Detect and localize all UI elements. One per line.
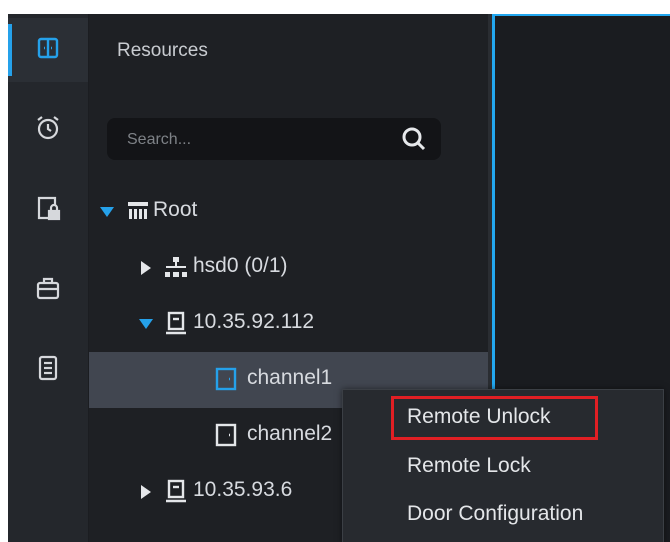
search-box xyxy=(107,118,441,162)
menu-item-remote-lock[interactable]: Remote Lock xyxy=(407,454,531,478)
nav-log[interactable] xyxy=(8,338,88,402)
expanded-arrow-icon[interactable] xyxy=(137,315,155,333)
icon-navigation-bar xyxy=(8,14,88,542)
access-controller-icon xyxy=(166,479,186,503)
organization-icon xyxy=(128,202,148,219)
search-input[interactable] xyxy=(125,118,389,162)
tree-node-label: channel1 xyxy=(247,366,333,389)
alarm-clock-icon xyxy=(34,114,62,146)
access-controller-icon xyxy=(166,311,186,335)
panel-title: Resources xyxy=(117,40,208,61)
nav-alarm[interactable] xyxy=(8,98,88,162)
tree-node-controller-1[interactable]: 10.35.92.112 xyxy=(89,296,488,352)
context-menu: Remote Unlock Remote Lock Door Configura… xyxy=(342,389,664,542)
log-list-icon xyxy=(34,354,62,386)
door-channel-icon xyxy=(215,423,237,447)
network-icon xyxy=(165,257,187,277)
tree-node-hsd0[interactable]: hsd0 (0/1) xyxy=(89,240,488,296)
tree-node-label: hsd0 (0/1) xyxy=(193,254,288,277)
nav-door-access[interactable] xyxy=(8,18,88,82)
locked-door-icon xyxy=(34,194,62,226)
tree-node-label: channel2 xyxy=(247,422,333,445)
left-white-strip xyxy=(0,0,8,542)
tree-node-label: 10.35.93.6 xyxy=(193,478,293,501)
toolbox-icon xyxy=(34,274,62,306)
app-window: Resources Root xyxy=(0,0,670,542)
tree-node-label: 10.35.92.112 xyxy=(193,310,315,333)
collapsed-arrow-icon[interactable] xyxy=(137,259,155,277)
top-white-strip xyxy=(0,0,670,14)
expanded-arrow-icon[interactable] xyxy=(98,203,116,221)
search-icon[interactable] xyxy=(401,126,427,152)
tree-node-root[interactable]: Root xyxy=(89,184,488,240)
tree-node-label: Root xyxy=(153,198,198,221)
menu-item-remote-unlock[interactable]: Remote Unlock xyxy=(407,405,551,429)
nav-toolbox[interactable] xyxy=(8,258,88,322)
door-channel-icon xyxy=(215,367,237,391)
menu-item-door-configuration[interactable]: Door Configuration xyxy=(407,502,583,526)
nav-door-lock[interactable] xyxy=(8,178,88,242)
collapsed-arrow-icon[interactable] xyxy=(137,483,155,501)
door-access-icon xyxy=(34,34,62,66)
